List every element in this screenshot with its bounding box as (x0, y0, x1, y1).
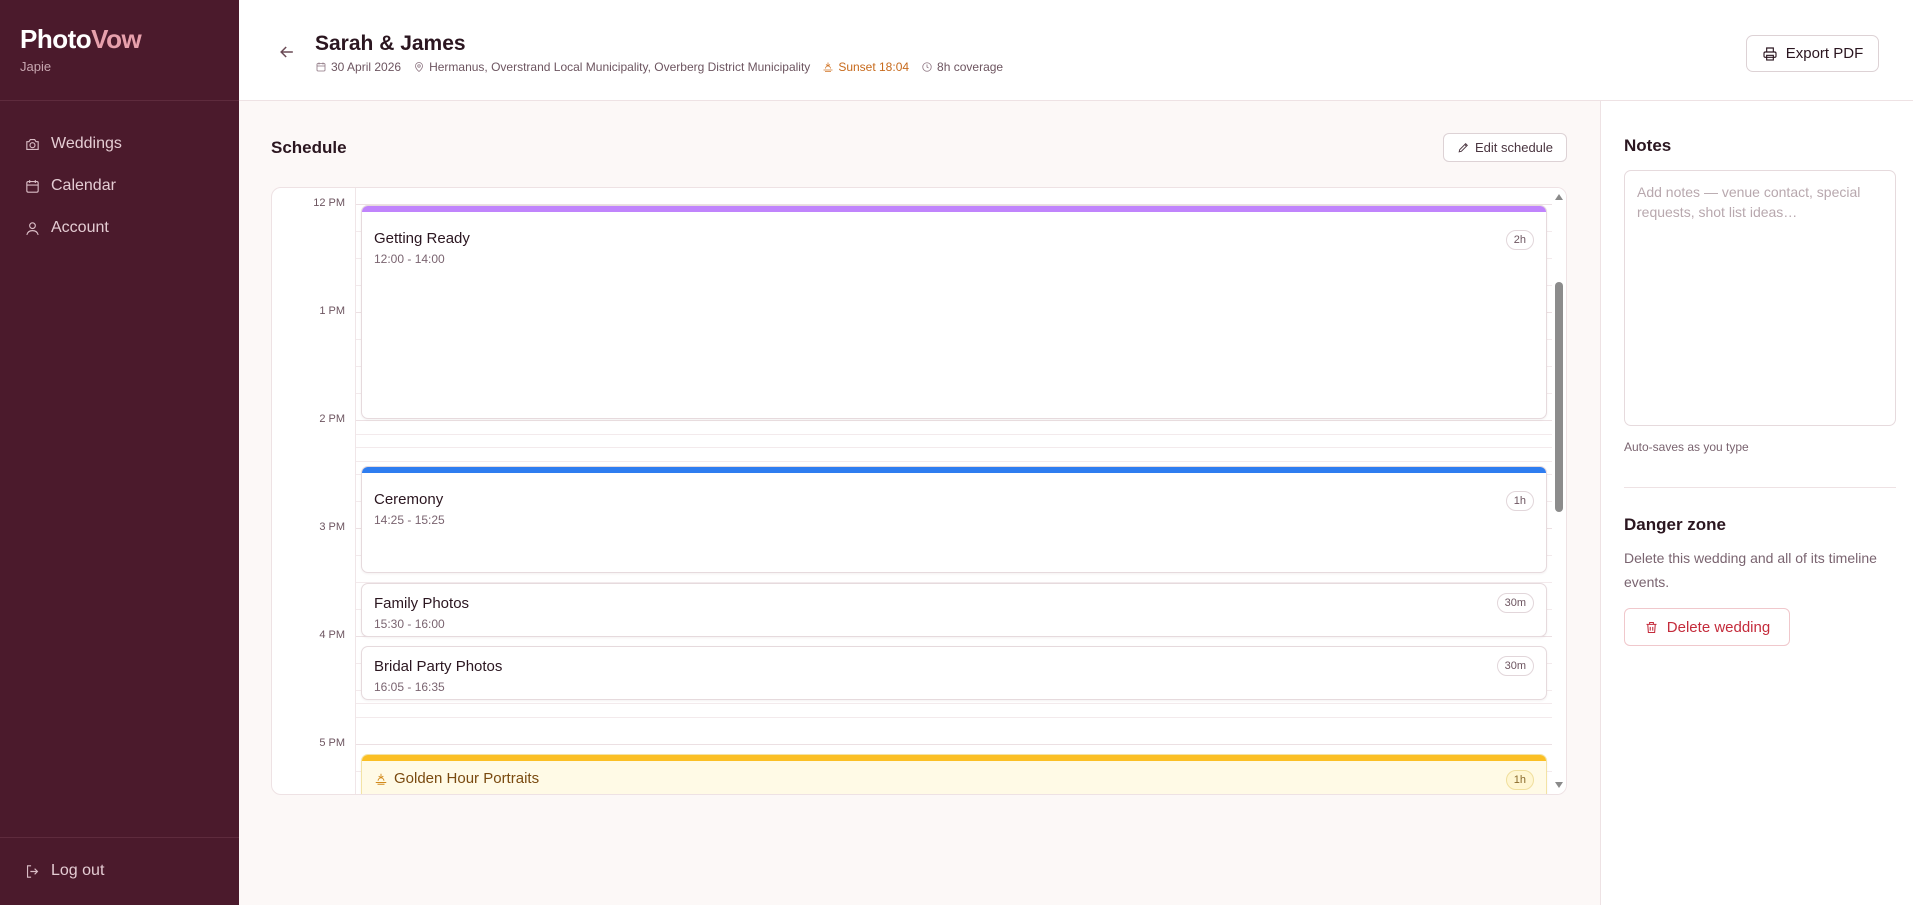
event-time: 12:00 - 14:00 (374, 252, 445, 266)
event-color-bar (362, 467, 1546, 473)
grid-line (356, 461, 1552, 462)
sidebar-footer: Log out (0, 837, 239, 905)
sunset-icon (823, 62, 833, 72)
event-time: 15:30 - 16:00 (374, 617, 445, 631)
brand-user: Japie (20, 59, 52, 74)
event-time: 14:25 - 15:25 (374, 513, 445, 527)
danger-zone-title: Danger zone (1624, 515, 1727, 534)
delete-wedding-button[interactable]: Delete wedding (1624, 608, 1790, 646)
edit-schedule-button[interactable]: Edit schedule (1443, 133, 1567, 162)
sidebar-item-label: Account (51, 219, 109, 236)
brand-name-part1: Photo (20, 24, 92, 54)
event-getting-ready[interactable]: Getting Ready 12:00 - 14:00 2h (361, 205, 1547, 419)
sidebar-nav: Weddings Calendar Account (0, 101, 239, 249)
scroll-up-arrow[interactable] (1555, 194, 1563, 200)
printer-icon (1763, 46, 1777, 61)
back-button[interactable] (277, 42, 297, 62)
edit-schedule-label: Edit schedule (1474, 140, 1554, 155)
sunset-icon (375, 773, 387, 785)
sidebar: PhotoVow Japie Weddings Calendar Account… (0, 0, 239, 905)
event-duration-badge: 1h (1505, 770, 1534, 790)
event-name: Golden Hour Portraits (394, 770, 540, 787)
meta-coverage-text: 8h coverage (937, 60, 1004, 74)
event-name: Family Photos (374, 595, 470, 612)
event-ceremony[interactable]: Ceremony 14:25 - 15:25 1h (361, 466, 1547, 573)
calendar-icon (26, 179, 39, 193)
schedule-timeline[interactable]: 12 PM 1 PM 2 PM 3 PM 4 PM 5 PM Getting R… (271, 187, 1567, 795)
event-duration-badge: 2h (1505, 230, 1534, 250)
hours-column: 12 PM 1 PM 2 PM 3 PM 4 PM 5 PM (272, 188, 356, 794)
event-name-wrap: Golden Hour Portraits (374, 770, 539, 787)
grid-line (356, 744, 1552, 745)
export-pdf-button[interactable]: Export PDF (1746, 35, 1879, 72)
grid-line (356, 420, 1552, 421)
event-bridal-party-photos[interactable]: Bridal Party Photos 16:05 - 16:35 30m (361, 646, 1547, 700)
event-duration-badge: 30m (1496, 656, 1534, 676)
grid-line (356, 717, 1552, 718)
notes-title: Notes (1624, 136, 1672, 155)
notes-textarea[interactable] (1624, 170, 1896, 426)
meta-coverage: 8h coverage (921, 60, 1003, 74)
brand-name-part2: Vow (91, 24, 142, 54)
meta-date: 30 April 2026 (315, 60, 401, 74)
user-icon (26, 221, 39, 235)
danger-zone-description: Delete this wedding and all of its timel… (1624, 550, 1877, 590)
grid-line (356, 434, 1552, 435)
hour-label: 2 PM (319, 413, 345, 425)
clock-icon (922, 62, 932, 72)
meta-location-text: Hermanus, Overstrand Local Municipality,… (429, 60, 811, 74)
divider (1624, 487, 1896, 488)
sidebar-item-label: Calendar (51, 177, 116, 194)
event-color-bar (362, 206, 1546, 212)
grid-line (356, 703, 1552, 704)
hour-label: 4 PM (319, 629, 345, 641)
meta-sunset-text: Sunset 18:04 (838, 60, 910, 74)
logout-icon (26, 864, 39, 878)
hour-label: 5 PM (319, 737, 345, 749)
sidebar-item-account[interactable]: Account (0, 207, 239, 249)
page-header: Sarah & James 30 April 2026 Hermanus, Ov… (239, 0, 1913, 101)
arrow-left-icon (280, 46, 293, 58)
timeline-scrollbar[interactable] (1552, 188, 1566, 794)
brand: PhotoVow Japie (0, 0, 239, 101)
event-duration-badge: 30m (1496, 593, 1534, 613)
scroll-down-arrow[interactable] (1555, 782, 1563, 788)
event-color-bar (362, 755, 1546, 761)
autosave-hint: Auto-saves as you type (1624, 440, 1749, 454)
trash-icon (1646, 621, 1657, 633)
camera-icon (26, 138, 39, 150)
meta-location: Hermanus, Overstrand Local Municipality,… (413, 60, 810, 74)
sidebar-item-calendar[interactable]: Calendar (0, 165, 239, 207)
logout-label: Log out (51, 862, 105, 879)
meta-sunset: Sunset 18:04 (822, 60, 909, 74)
pencil-icon (1458, 143, 1468, 153)
delete-wedding-label: Delete wedding (1666, 618, 1771, 636)
details-panel: Notes Auto-saves as you type Danger zone… (1600, 101, 1913, 905)
sidebar-item-weddings[interactable]: Weddings (0, 123, 239, 165)
calendar-icon (316, 62, 326, 72)
hour-label: 12 PM (313, 197, 345, 209)
event-golden-hour-portraits[interactable]: Golden Hour Portraits 1h (361, 754, 1547, 794)
grid-line (356, 447, 1552, 448)
event-time: 16:05 - 16:35 (374, 680, 445, 694)
brand-logo[interactable]: PhotoVow (20, 24, 219, 55)
page-title: Sarah & James (315, 32, 466, 55)
wedding-meta: 30 April 2026 Hermanus, Overstrand Local… (315, 60, 1015, 74)
map-pin-icon (415, 62, 423, 73)
logout-button[interactable]: Log out (0, 838, 239, 880)
event-name: Bridal Party Photos (374, 658, 503, 675)
scroll-thumb[interactable] (1555, 282, 1563, 512)
hour-label: 1 PM (319, 305, 345, 317)
export-pdf-label: Export PDF (1785, 45, 1864, 62)
hour-label: 3 PM (319, 521, 345, 533)
event-name: Ceremony (374, 491, 444, 508)
sidebar-item-label: Weddings (51, 135, 122, 152)
event-name: Getting Ready (374, 230, 470, 247)
schedule-title: Schedule (271, 138, 347, 157)
event-family-photos[interactable]: Family Photos 15:30 - 16:00 30m (361, 583, 1547, 637)
meta-date-text: 30 April 2026 (331, 60, 402, 74)
event-duration-badge: 1h (1505, 491, 1534, 511)
